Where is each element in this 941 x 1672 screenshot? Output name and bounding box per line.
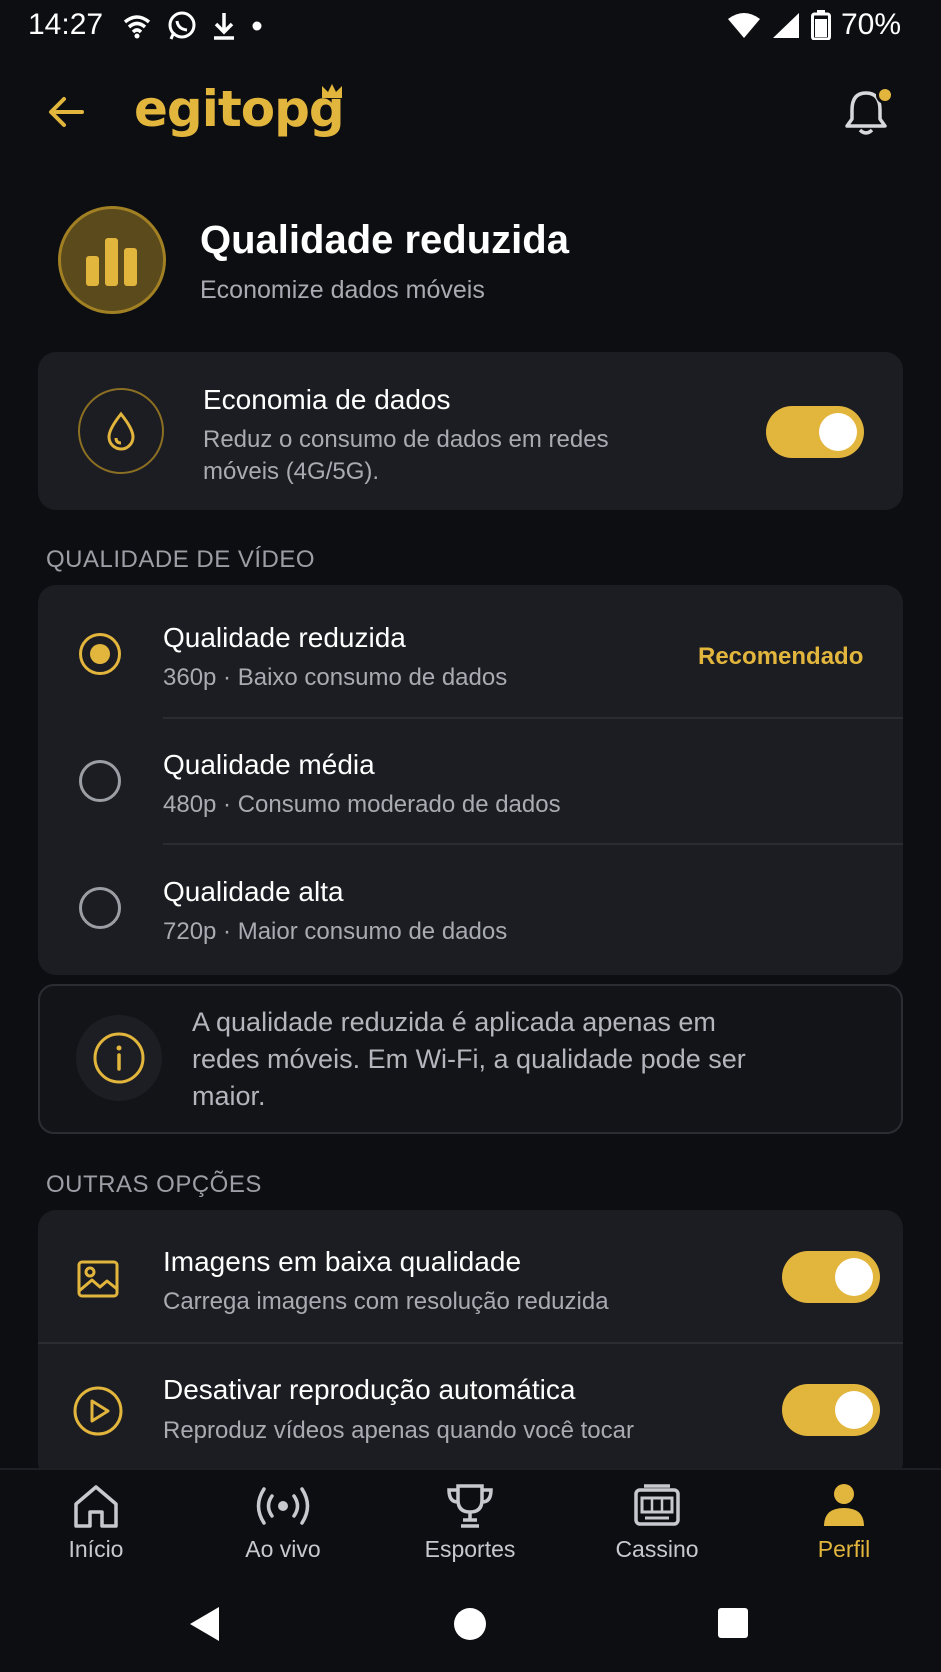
trophy-icon	[447, 1484, 493, 1528]
cell-signal-icon	[772, 13, 799, 38]
toggle-knob	[835, 1391, 873, 1429]
recommended-badge: Recomendado	[698, 643, 864, 670]
nav-label: Perfil	[817, 1536, 871, 1562]
option-subtitle: 480p · Consumo moderado de dados	[163, 791, 561, 818]
nav-label: Ao vivo	[245, 1536, 321, 1562]
status-right: 70%	[727, 8, 901, 42]
option-subtitle: 720p · Maior consumo de dados	[163, 918, 508, 945]
option-subtitle: 360p · Baixo consumo de dados	[163, 664, 508, 691]
info-icon	[76, 1015, 162, 1101]
water-drop-icon	[78, 388, 164, 474]
status-time: 14:27	[28, 8, 104, 41]
option-title: Imagens em baixa qualidade	[163, 1246, 522, 1277]
play-circle-icon	[73, 1386, 123, 1436]
radio-unselected[interactable]	[79, 887, 121, 929]
option-subtitle: Reproduz vídeos apenas quando você tocar	[163, 1417, 634, 1444]
bar-chart-icon	[58, 206, 166, 314]
arrow-left-icon[interactable]	[44, 90, 88, 134]
low-quality-images-toggle[interactable]	[782, 1251, 880, 1303]
data-saver-toggle[interactable]	[766, 406, 864, 458]
dot-icon	[252, 21, 262, 31]
section-label-other-options: OUTRAS OPÇÕES	[46, 1171, 262, 1198]
nav-item-cassino[interactable]: Cassino	[577, 1482, 737, 1563]
home-circle-icon[interactable]	[452, 1606, 488, 1642]
image-icon	[77, 1260, 119, 1298]
slot-machine-icon	[634, 1484, 680, 1526]
nav-item-perfil[interactable]: Perfil	[764, 1482, 924, 1563]
toggle-knob	[819, 413, 857, 451]
divider	[163, 843, 903, 845]
info-text: A qualidade reduzida é aplicada apenas e…	[192, 1007, 746, 1111]
divider	[163, 717, 903, 719]
wifi-icon	[123, 15, 151, 39]
quality-option-high[interactable]	[38, 846, 903, 970]
nav-item-esportes[interactable]: Esportes	[390, 1482, 550, 1563]
battery-percent: 70%	[840, 8, 901, 41]
data-saver-title: Economia de dados	[203, 384, 451, 415]
wifi-signal-icon	[727, 13, 760, 38]
nav-label: Início	[68, 1536, 124, 1562]
page-title: Qualidade reduzida	[200, 218, 569, 262]
live-broadcast-icon	[256, 1487, 310, 1525]
toggle-knob	[835, 1258, 873, 1296]
nav-label: Esportes	[424, 1536, 516, 1562]
status-left-icons	[122, 10, 264, 42]
user-icon	[824, 1484, 864, 1526]
radio-selected[interactable]	[79, 633, 121, 675]
quality-option-medium[interactable]	[38, 720, 903, 844]
home-icon	[74, 1485, 118, 1528]
option-title: Desativar reprodução automática	[163, 1374, 576, 1405]
notification-dot	[876, 86, 894, 104]
divider	[38, 1342, 903, 1344]
disable-autoplay-toggle[interactable]	[782, 1384, 880, 1436]
nav-label: Cassino	[615, 1536, 699, 1562]
back-triangle-icon[interactable]	[186, 1604, 222, 1644]
option-title: Qualidade alta	[163, 876, 344, 907]
section-label-video-quality: QUALIDADE DE VÍDEO	[46, 546, 316, 573]
whatsapp-icon	[168, 11, 196, 40]
page-subtitle: Economize dados móveis	[200, 276, 485, 304]
battery-icon	[810, 10, 831, 40]
option-title: Qualidade média	[163, 749, 375, 780]
data-saver-description: Reduz o consumo de dados em redes móveis…	[203, 426, 609, 485]
crown-icon	[322, 84, 342, 98]
download-icon	[214, 13, 234, 40]
option-subtitle: Carrega imagens com resolução reduzida	[163, 1288, 609, 1315]
radio-unselected[interactable]	[79, 760, 121, 802]
option-title: Qualidade reduzida	[163, 622, 406, 653]
recents-square-icon[interactable]	[716, 1606, 750, 1640]
logo: egitopg	[134, 80, 345, 138]
nav-item-ao-vivo[interactable]: Ao vivo	[203, 1482, 363, 1563]
nav-item-inicio[interactable]: Início	[16, 1482, 176, 1563]
